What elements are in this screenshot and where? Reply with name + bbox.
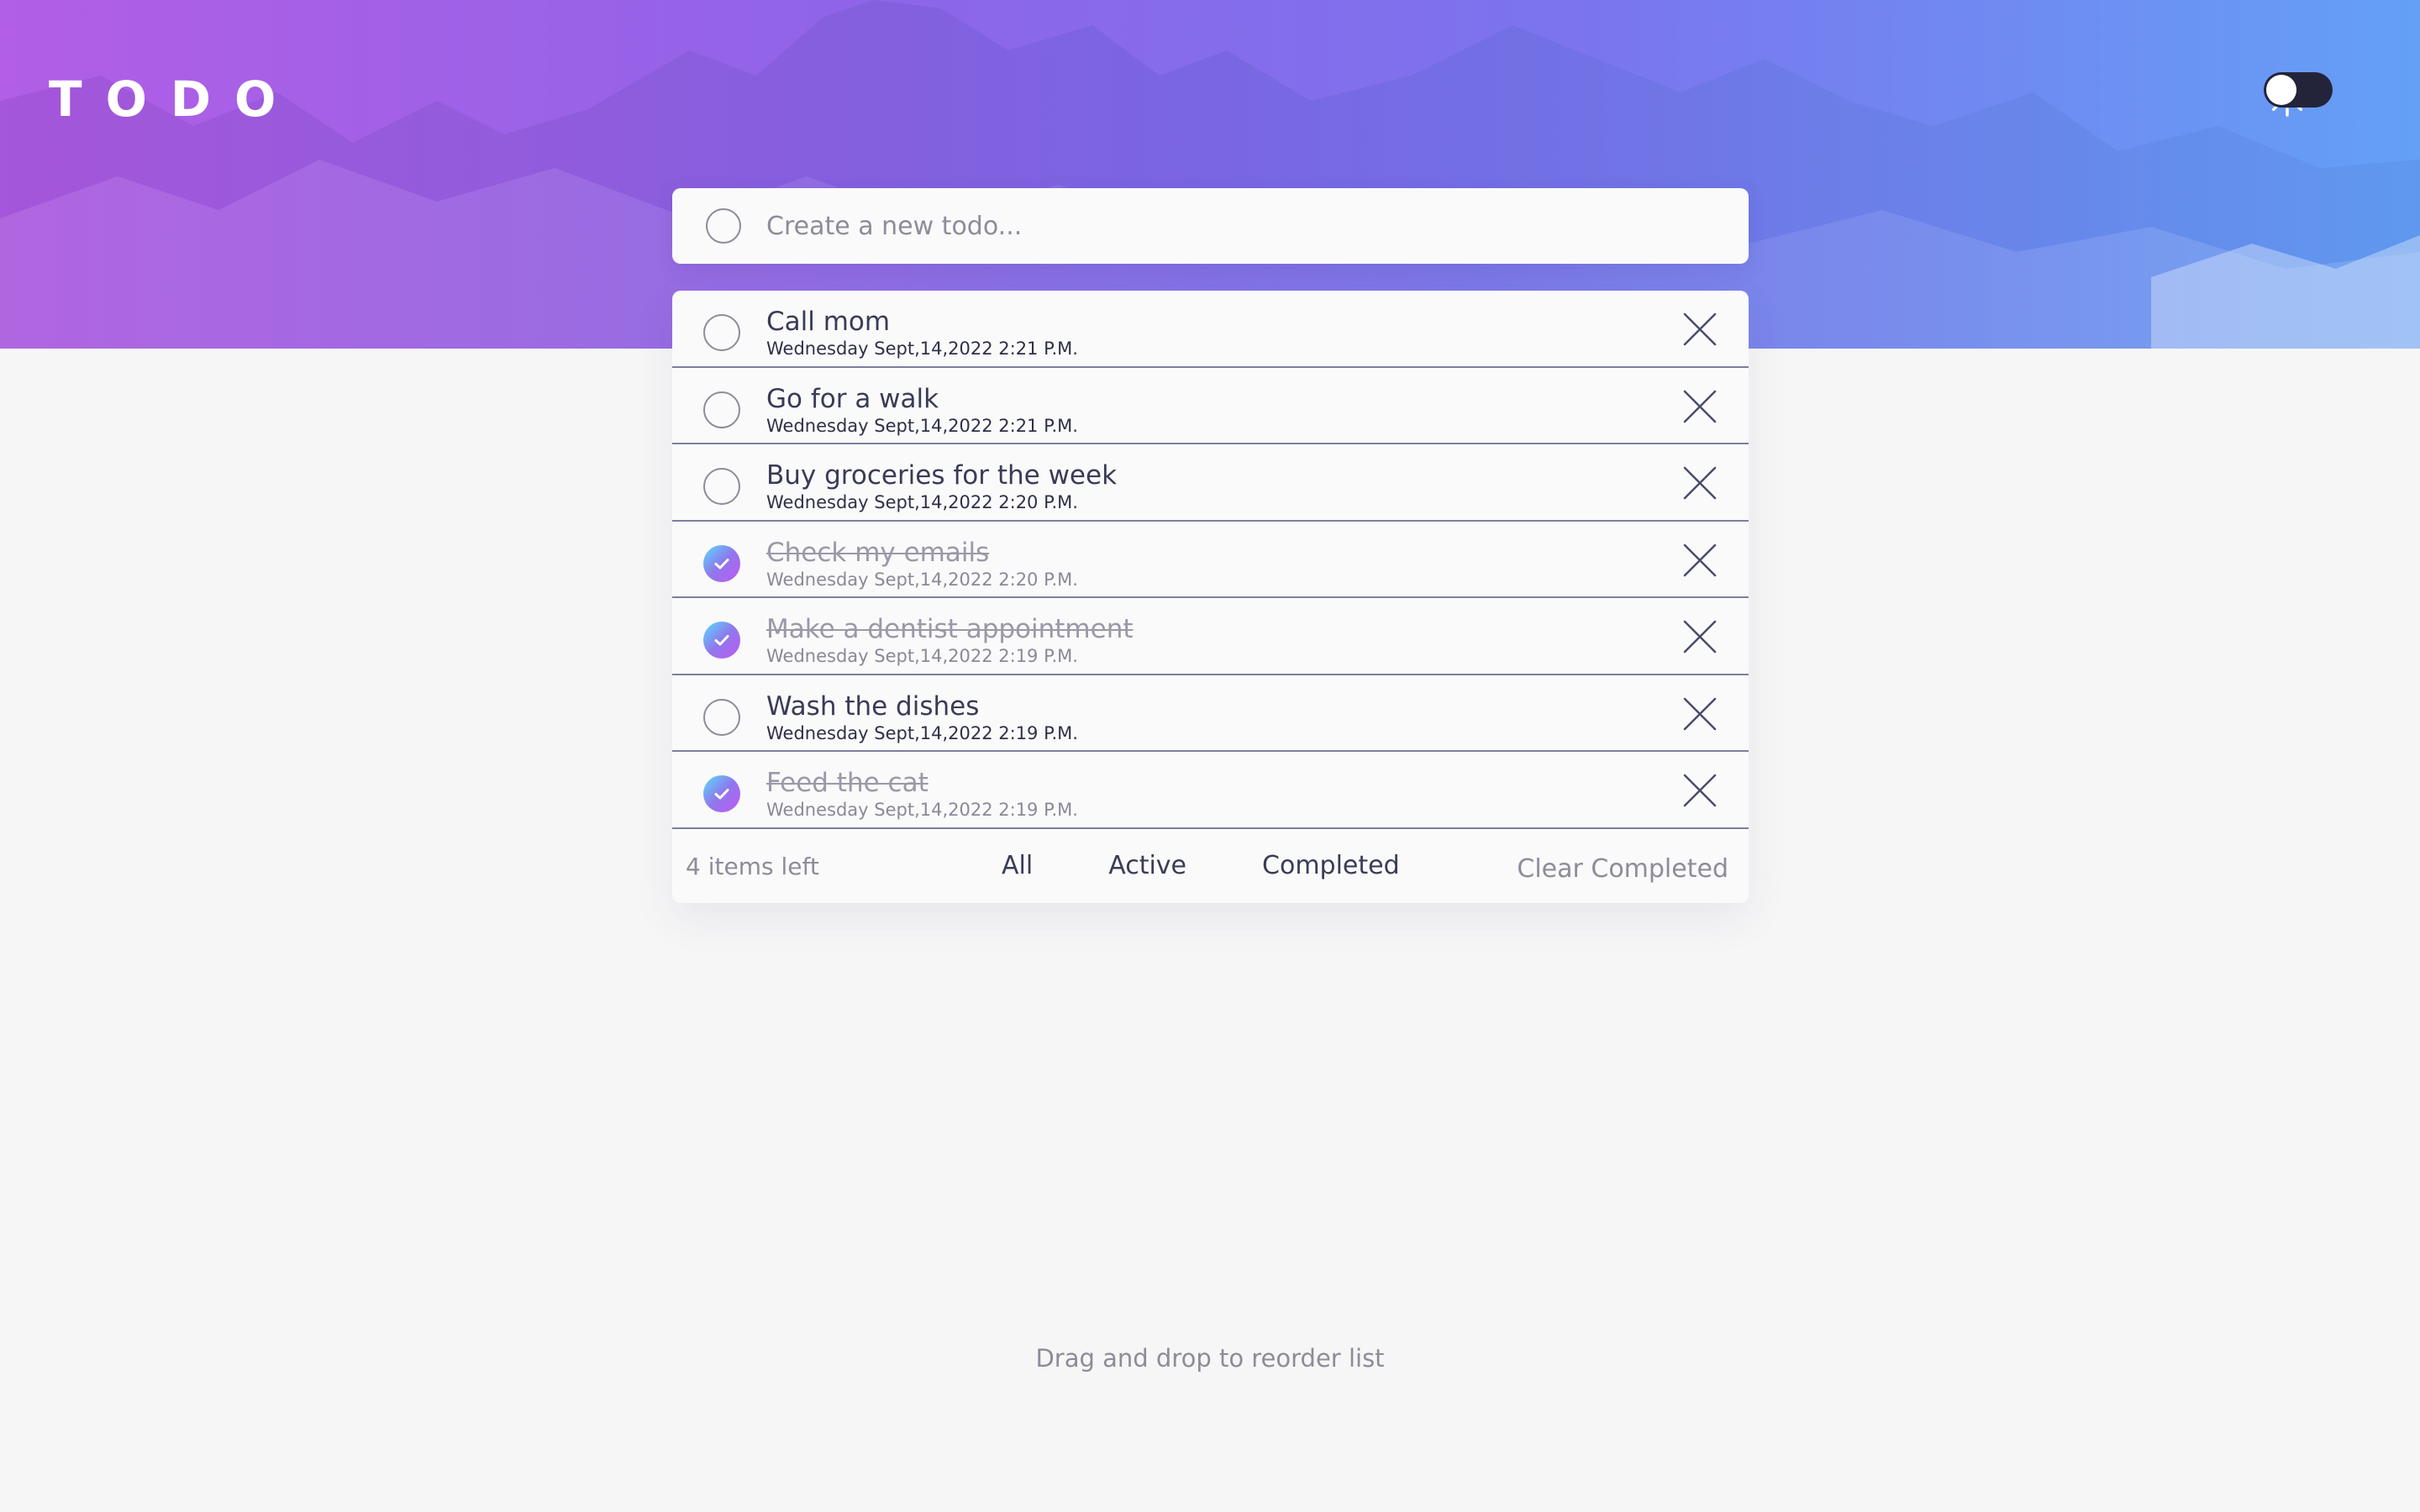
new-todo-circle-icon[interactable] [706,208,741,244]
delete-todo-button[interactable] [1683,466,1717,500]
clear-completed-button[interactable]: Clear Completed [1517,854,1728,885]
todo-item[interactable]: Go for a walk Wednesday Sept,14,2022 2:2… [672,368,1749,444]
todo-title: Buy groceries for the week [766,460,1118,491]
close-icon [1683,620,1717,654]
todo-date: Wednesday Sept,14,2022 2:19 P.M. [766,800,1078,820]
todo-item[interactable]: Wash the dishes Wednesday Sept,14,2022 2… [672,675,1749,752]
todo-check-button[interactable] [703,314,740,351]
toggle-knob [2266,75,2296,105]
close-icon [1683,697,1717,730]
theme-switcher [2264,72,2333,117]
new-todo-bar [672,188,1749,264]
todo-list: Call mom Wednesday Sept,14,2022 2:21 P.M… [672,291,1749,903]
check-icon [714,635,729,646]
todo-title: Call mom [766,307,891,337]
close-icon [1683,466,1717,500]
close-icon [1683,312,1717,346]
todo-item[interactable]: Check my emails Wednesday Sept,14,2022 2… [672,522,1749,598]
todo-check-button[interactable] [703,544,740,582]
todo-title: Go for a walk [766,383,939,414]
delete-todo-button[interactable] [1683,774,1717,807]
todo-date: Wednesday Sept,14,2022 2:19 P.M. [766,722,1078,743]
todo-check-button[interactable] [703,391,740,428]
items-left-count: 4 items left [686,852,819,880]
todo-item[interactable]: Make a dentist appointment Wednesday Sep… [672,598,1749,675]
app-logo: TODO [49,71,300,128]
todo-text: Call mom Wednesday Sept,14,2022 2:21 P.M… [766,306,1078,360]
todo-item[interactable]: Buy groceries for the week Wednesday Sep… [672,444,1749,522]
check-icon [714,558,729,569]
todo-title: Wash the dishes [766,690,980,722]
list-footer: 4 items left All Active Completed Clear … [672,829,1749,903]
filter-completed-button[interactable]: Completed [1262,851,1400,881]
close-icon [1683,543,1717,576]
close-icon [1683,774,1717,807]
todo-item[interactable]: Call mom Wednesday Sept,14,2022 2:21 P.M… [672,291,1749,368]
todo-text: Make a dentist appointment Wednesday Sep… [766,613,1134,667]
filter-all-button[interactable]: All [1002,851,1033,881]
filter-group: All Active Completed [1002,851,1400,881]
todo-text: Feed the cat Wednesday Sept,14,2022 2:19… [766,767,1078,821]
reorder-hint: Drag and drop to reorder list [1035,1344,1385,1373]
todo-title: Make a dentist appointment [766,614,1134,644]
todo-title: Feed the cat [766,768,929,798]
filter-active-button[interactable]: Active [1108,851,1186,881]
delete-todo-button[interactable] [1683,543,1717,577]
todo-title: Check my emails [766,537,990,568]
todo-check-button[interactable] [703,622,740,659]
check-icon [714,789,729,800]
todo-item[interactable]: Feed the cat Wednesday Sept,14,2022 2:19… [672,752,1749,829]
todo-date: Wednesday Sept,14,2022 2:20 P.M. [766,492,1078,512]
todo-check-button[interactable] [703,698,740,736]
theme-toggle[interactable] [2264,72,2333,108]
todo-check-button[interactable] [703,775,740,812]
todo-text: Go for a walk Wednesday Sept,14,2022 2:2… [766,383,1078,437]
new-todo-input[interactable] [766,211,1691,241]
todo-date: Wednesday Sept,14,2022 2:20 P.M. [766,569,1078,590]
todo-text: Wash the dishes Wednesday Sept,14,2022 2… [766,690,1078,744]
todo-check-button[interactable] [703,468,740,505]
close-icon [1683,390,1717,423]
delete-todo-button[interactable] [1683,620,1717,654]
todo-text: Buy groceries for the week Wednesday Sep… [766,459,1117,513]
todo-date: Wednesday Sept,14,2022 2:21 P.M. [766,415,1078,436]
todo-date: Wednesday Sept,14,2022 2:21 P.M. [766,339,1078,359]
todo-date: Wednesday Sept,14,2022 2:19 P.M. [766,646,1078,666]
delete-todo-button[interactable] [1683,697,1717,731]
delete-todo-button[interactable] [1683,312,1717,346]
delete-todo-button[interactable] [1683,390,1717,423]
todo-text: Check my emails Wednesday Sept,14,2022 2… [766,537,1078,591]
